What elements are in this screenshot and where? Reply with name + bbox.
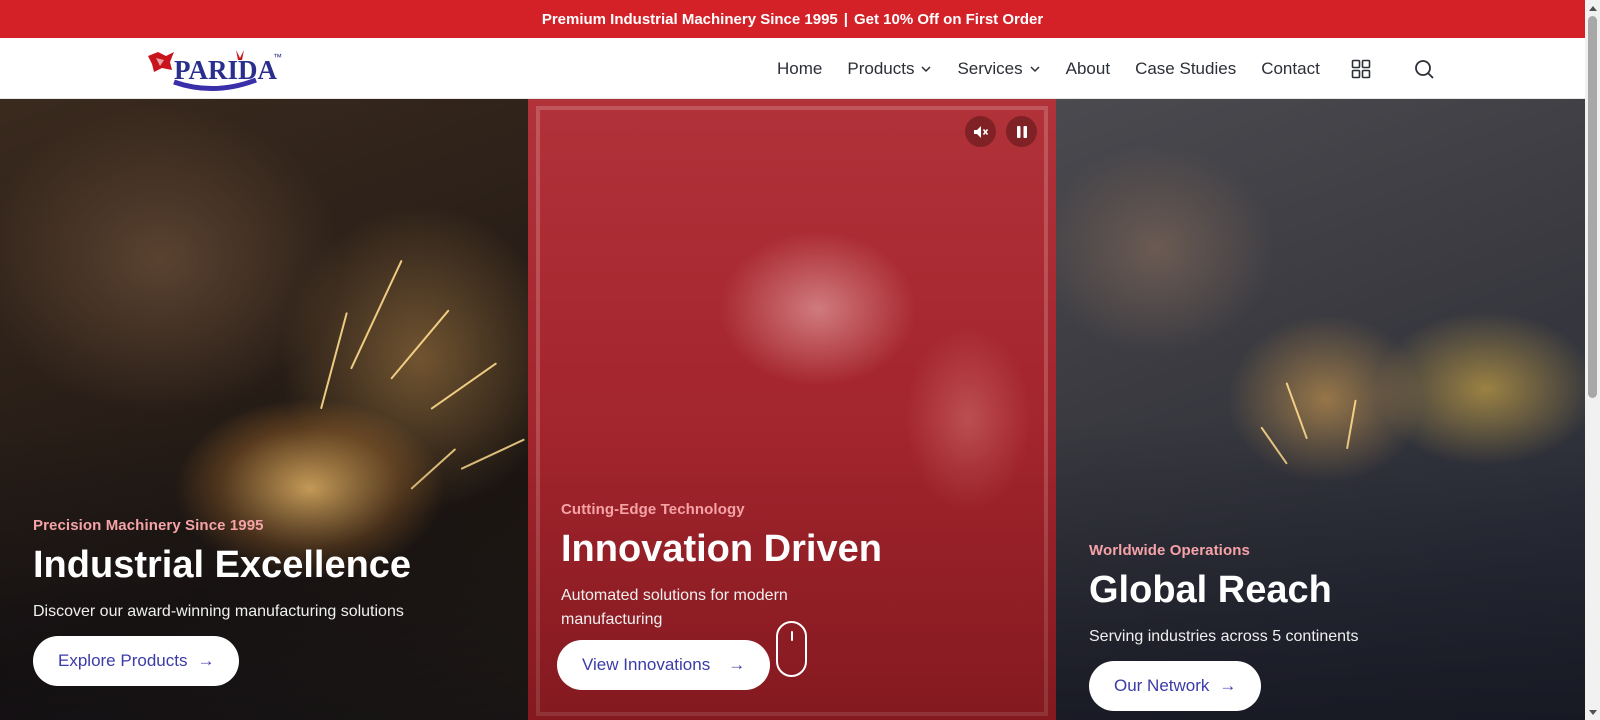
- nav-services[interactable]: Services: [957, 59, 1040, 79]
- logo-trademark: ™: [273, 52, 282, 62]
- promo-text-right[interactable]: Get 10% Off on First Order: [854, 11, 1043, 28]
- hero-eyebrow: Worldwide Operations: [1089, 542, 1250, 559]
- cta-label: View Innovations: [582, 655, 711, 674]
- nav-case-studies-label: Case Studies: [1135, 58, 1237, 78]
- hero-eyebrow: Precision Machinery Since 1995: [33, 517, 264, 534]
- nav-case-studies[interactable]: Case Studies: [1135, 59, 1236, 79]
- logo-mark: [148, 52, 174, 72]
- logo-text: PARIDA: [174, 55, 277, 85]
- hero-panel-global: Worldwide Operations Global Reach Servin…: [1056, 99, 1585, 720]
- mute-icon[interactable]: [965, 116, 996, 147]
- site-header: PARIDA ™ Home Products Services About Ca…: [0, 38, 1585, 99]
- arrow-right-icon: →: [197, 651, 215, 671]
- hero-eyebrow: Cutting-Edge Technology: [561, 501, 745, 518]
- scroll-mouse-icon[interactable]: [776, 621, 807, 677]
- logo[interactable]: PARIDA ™: [144, 46, 284, 91]
- nav-home-label: Home: [777, 58, 823, 78]
- scroll-up-icon[interactable]: [1585, 0, 1600, 15]
- hero-title: Global Reach: [1089, 569, 1332, 611]
- media-controls: [965, 116, 1037, 147]
- hero-panel-content: Precision Machinery Since 1995 Industria…: [33, 517, 473, 687]
- nav-about[interactable]: About: [1066, 59, 1110, 79]
- nav-products[interactable]: Products: [847, 59, 932, 79]
- explore-products-button[interactable]: Explore Products →: [33, 636, 240, 687]
- grid-icon[interactable]: [1349, 57, 1373, 81]
- hero-panel-industrial: Precision Machinery Since 1995 Industria…: [0, 99, 528, 720]
- hero-description: Discover our award-winning manufacturing…: [33, 602, 404, 620]
- view-innovations-button[interactable]: View Innovations →: [557, 640, 771, 690]
- nav-contact-label: Contact: [1261, 58, 1320, 78]
- nav-home[interactable]: Home: [777, 59, 822, 79]
- promo-bar: Premium Industrial Machinery Since 1995 …: [0, 0, 1585, 38]
- cta-label: Explore Products: [58, 651, 188, 671]
- chevron-down-icon: [920, 63, 932, 75]
- promo-text-left: Premium Industrial Machinery Since 1995: [541, 10, 838, 28]
- hero-section: Precision Machinery Since 1995 Industria…: [0, 99, 1585, 720]
- main-nav: Home Products Services About Case Studie…: [777, 38, 1345, 99]
- pause-icon[interactable]: [1006, 116, 1037, 147]
- hero-panel-innovation: Cutting-Edge Technology Innovation Drive…: [528, 99, 1056, 720]
- cta-label: Our Network: [1114, 676, 1210, 696]
- arrow-right-icon: →: [1219, 676, 1237, 696]
- scroll-down-icon[interactable]: [1585, 705, 1600, 720]
- hero-title: Innovation Driven: [561, 528, 882, 570]
- hero-description: Serving industries across 5 continents: [1089, 627, 1359, 645]
- hero-panel-content: Cutting-Edge Technology Innovation Drive…: [561, 501, 1021, 633]
- nav-contact[interactable]: Contact: [1261, 59, 1320, 79]
- scrollbar-thumb[interactable]: [1588, 16, 1597, 398]
- our-network-button[interactable]: Our Network →: [1089, 661, 1262, 712]
- hero-title: Industrial Excellence: [33, 544, 412, 586]
- hero-panel-content: Worldwide Operations Global Reach Servin…: [1089, 542, 1549, 712]
- arrow-right-icon: →: [728, 655, 746, 674]
- promo-separator: |: [843, 10, 848, 28]
- nav-about-label: About: [1065, 58, 1111, 78]
- chevron-down-icon: [1029, 63, 1041, 75]
- page-scrollbar[interactable]: [1585, 0, 1600, 720]
- nav-services-label: Services: [957, 58, 1023, 78]
- nav-products-label: Products: [847, 58, 915, 78]
- search-icon[interactable]: [1412, 57, 1436, 81]
